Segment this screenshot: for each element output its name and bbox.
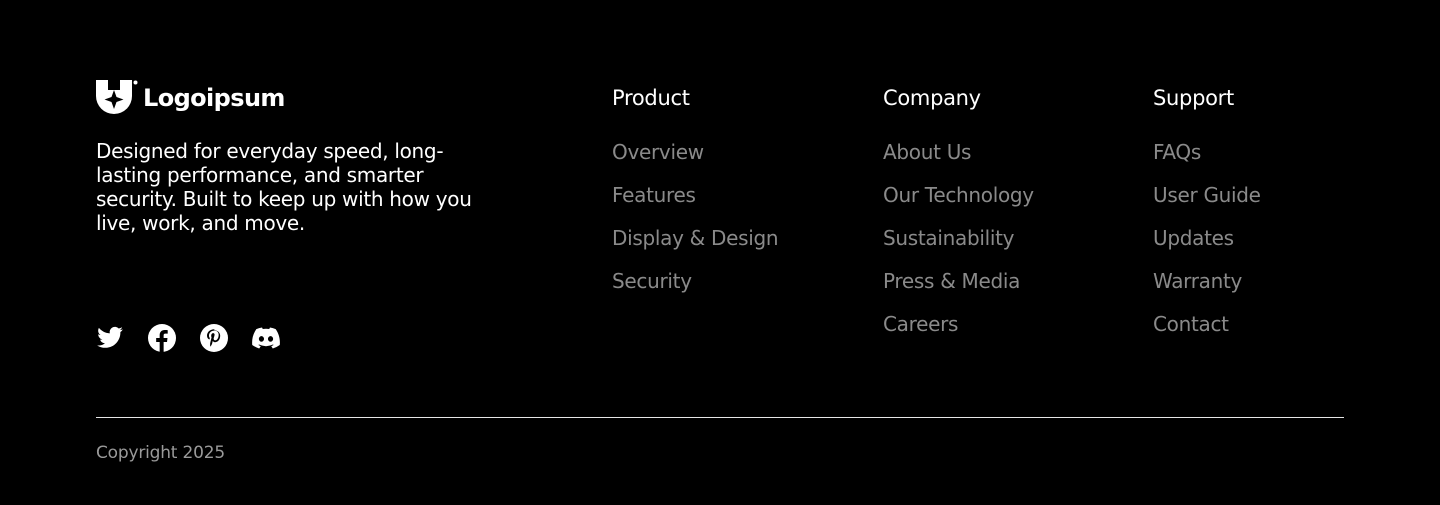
support-column: Support FAQs User Guide Updates Warranty… xyxy=(1153,84,1261,353)
company-column: Company About Us Our Technology Sustaina… xyxy=(883,84,1034,353)
discord-icon xyxy=(252,327,280,349)
pinterest-link[interactable] xyxy=(200,324,228,352)
brand-block: Logoipsum Designed for everyday speed, l… xyxy=(96,80,516,235)
social-links xyxy=(96,324,280,352)
product-links: Overview Features Display & Design Secur… xyxy=(612,138,779,310)
pinterest-icon xyxy=(200,324,228,352)
link-display-design[interactable]: Display & Design xyxy=(612,224,779,252)
link-sustainability[interactable]: Sustainability xyxy=(883,224,1015,252)
facebook-link[interactable] xyxy=(148,324,176,352)
discord-link[interactable] xyxy=(252,324,280,352)
link-careers[interactable]: Careers xyxy=(883,310,958,338)
product-column-title: Product xyxy=(612,86,690,110)
link-features[interactable]: Features xyxy=(612,181,696,209)
link-contact[interactable]: Contact xyxy=(1153,310,1229,338)
link-updates[interactable]: Updates xyxy=(1153,224,1234,252)
link-press-media[interactable]: Press & Media xyxy=(883,267,1020,295)
link-our-technology[interactable]: Our Technology xyxy=(883,181,1034,209)
company-links: About Us Our Technology Sustainability P… xyxy=(883,138,1034,353)
link-security[interactable]: Security xyxy=(612,267,692,295)
link-about-us[interactable]: About Us xyxy=(883,138,971,166)
facebook-icon xyxy=(148,324,176,352)
brand-name: Logoipsum xyxy=(143,84,285,112)
logo-link[interactable]: Logoipsum xyxy=(96,80,516,116)
support-links: FAQs User Guide Updates Warranty Contact xyxy=(1153,138,1261,353)
link-warranty[interactable]: Warranty xyxy=(1153,267,1242,295)
footer-divider xyxy=(96,417,1344,418)
copyright-text: Copyright 2025 xyxy=(96,443,225,463)
product-column: Product Overview Features Display & Desi… xyxy=(612,84,779,310)
twitter-link[interactable] xyxy=(96,324,124,352)
brand-tagline: Designed for everyday speed, long-lastin… xyxy=(96,139,472,235)
site-footer: Logoipsum Designed for everyday speed, l… xyxy=(0,0,1440,505)
link-overview[interactable]: Overview xyxy=(612,138,704,166)
logoipsum-mark-icon xyxy=(96,80,138,114)
link-user-guide[interactable]: User Guide xyxy=(1153,181,1261,209)
support-column-title: Support xyxy=(1153,86,1234,110)
twitter-icon xyxy=(97,326,123,348)
company-column-title: Company xyxy=(883,86,981,110)
link-faqs[interactable]: FAQs xyxy=(1153,138,1201,166)
